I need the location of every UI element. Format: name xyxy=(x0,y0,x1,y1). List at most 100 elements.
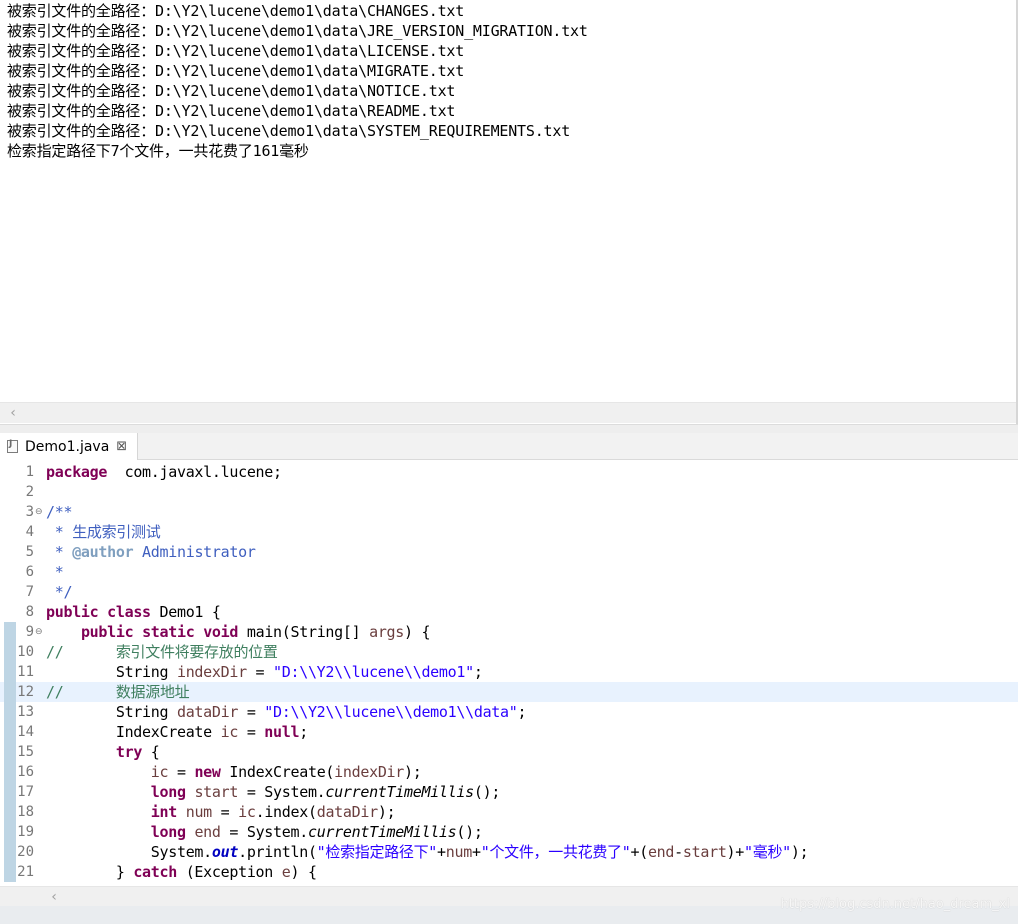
code-line[interactable]: 17 long start = System.currentTimeMillis… xyxy=(0,782,1018,802)
code-token: new xyxy=(194,763,221,781)
code-line[interactable]: 18 int num = ic.index(dataDir); xyxy=(0,802,1018,822)
code-token: start xyxy=(682,843,727,861)
code-token: + xyxy=(437,843,446,861)
code-token: = xyxy=(238,703,265,721)
code-token: = xyxy=(238,723,265,741)
code-token: * xyxy=(46,563,64,581)
code-token: (Exception xyxy=(176,863,282,881)
code-line[interactable]: 20 System.out.println("检索指定路径下"+num+"个文件… xyxy=(0,842,1018,862)
code-token: IndexCreate xyxy=(46,723,221,741)
view-separator[interactable] xyxy=(0,424,1018,433)
console-line: 被索引文件的全路径：D:\Y2\lucene\demo1\data\SYSTEM… xyxy=(7,122,571,140)
code-line[interactable]: 2 xyxy=(0,482,1018,502)
code-line[interactable]: 8 public class Demo1 { xyxy=(0,602,1018,622)
code-line[interactable]: 12 // 数据源地址 xyxy=(0,682,1018,702)
code-token: +( xyxy=(630,843,648,861)
code-token: currentTimeMillis xyxy=(307,823,457,841)
console-line: 检索指定路径下7个文件，一共花费了161毫秒 xyxy=(7,142,309,160)
code-line[interactable]: 10 // 索引文件将要存放的位置 xyxy=(0,642,1018,662)
code-token: indexDir xyxy=(334,763,405,781)
line-number: 20 xyxy=(17,844,34,860)
code-line[interactable]: 21 } catch (Exception e) { xyxy=(0,862,1018,882)
line-number: 9 xyxy=(25,624,34,640)
code-token: end xyxy=(194,823,221,841)
console-line: 被索引文件的全路径：D:\Y2\lucene\demo1\data\MIGRAT… xyxy=(7,62,465,80)
code-token: (); xyxy=(473,783,501,801)
code-line[interactable]: 6 * xyxy=(0,562,1018,582)
code-lines: 1 package com.javaxl.lucene; 2 3 ⊖/** 4 * 生成索… xyxy=(0,462,1018,882)
code-token: = System. xyxy=(238,783,326,801)
fold-collapse-icon[interactable]: ⊖ xyxy=(35,502,45,522)
code-token: long xyxy=(150,823,186,841)
code-token: ; xyxy=(473,663,483,681)
code-text: /** xyxy=(46,502,73,522)
code-text: IndexCreate ic = null; xyxy=(46,722,308,742)
code-token: ic xyxy=(150,763,169,781)
code-line[interactable]: 11 String indexDir = "D:\\Y2\\lucene\\de… xyxy=(0,662,1018,682)
code-token: * 生成索引测试 xyxy=(46,523,161,541)
line-number: 3 xyxy=(25,504,34,520)
code-token: ); xyxy=(404,763,422,781)
line-number: 1 xyxy=(25,464,34,480)
code-line[interactable]: 9 ⊖ public static void main(String[] args… xyxy=(0,622,1018,642)
line-number: 13 xyxy=(17,704,34,720)
line-number: 12 xyxy=(17,684,34,700)
code-token: ) { xyxy=(290,863,317,881)
code-text: } catch (Exception e) { xyxy=(46,862,317,882)
code-line[interactable]: 15 try { xyxy=(0,742,1018,762)
code-token: "检索指定路径下" xyxy=(316,843,438,861)
code-text: long start = System.currentTimeMillis(); xyxy=(46,782,501,802)
line-number: 5 xyxy=(25,544,34,560)
fold-collapse-icon[interactable]: ⊖ xyxy=(35,622,45,642)
code-token: dataDir xyxy=(316,803,378,821)
code-token: "毫秒" xyxy=(744,843,791,861)
code-line[interactable]: 7 */ xyxy=(0,582,1018,602)
code-editor[interactable]: 1 package com.javaxl.lucene; 2 3 ⊖/** 4 * 生成索… xyxy=(0,460,1018,886)
code-token: // 数据源地址 xyxy=(46,683,190,701)
code-line[interactable]: 16 ic = new IndexCreate(indexDir); xyxy=(0,762,1018,782)
line-number: 7 xyxy=(25,584,34,600)
code-token: System. xyxy=(46,843,212,861)
code-token: */ xyxy=(46,583,73,601)
console-line: 被索引文件的全路径：D:\Y2\lucene\demo1\data\CHANGE… xyxy=(7,2,465,20)
line-number: 6 xyxy=(25,564,34,580)
code-line[interactable]: 19 long end = System.currentTimeMillis()… xyxy=(0,822,1018,842)
code-token: ); xyxy=(790,843,809,861)
code-text: * @author Administrator xyxy=(46,542,256,562)
code-line[interactable]: 4 * 生成索引测试 xyxy=(0,522,1018,542)
code-token: = xyxy=(168,763,195,781)
code-text: String indexDir = "D:\\Y2\\lucene\\demo1… xyxy=(46,662,483,682)
code-token: num xyxy=(185,803,213,821)
line-number: 15 xyxy=(17,744,34,760)
code-token: ; xyxy=(517,703,527,721)
tab-demo1-java[interactable]: Demo1.java ⊠ xyxy=(0,433,138,460)
code-token: static xyxy=(142,623,195,641)
console-view: 被索引文件的全路径：D:\Y2\lucene\demo1\data\CHANGE… xyxy=(0,0,1018,424)
code-token: Demo1 { xyxy=(150,603,221,621)
code-line[interactable]: 13 String dataDir = "D:\\Y2\\lucene\\dem… xyxy=(0,702,1018,722)
code-token: package xyxy=(46,463,108,481)
code-token: ) { xyxy=(404,623,431,641)
code-token: "D:\\Y2\\lucene\\demo1\\data" xyxy=(264,703,518,721)
code-token: start xyxy=(194,783,239,801)
chevron-left-icon[interactable]: ‹ xyxy=(47,888,61,906)
code-token: num xyxy=(445,843,473,861)
code-line[interactable]: 5 * @author Administrator xyxy=(0,542,1018,562)
code-line[interactable]: 3 ⊖/** xyxy=(0,502,1018,522)
code-line[interactable]: 14 IndexCreate ic = null; xyxy=(0,722,1018,742)
code-text: // 索引文件将要存放的位置 xyxy=(46,642,278,662)
close-icon[interactable]: ⊠ xyxy=(116,439,127,454)
console-horizontal-scrollbar[interactable]: ‹ xyxy=(0,402,1016,423)
chevron-left-icon[interactable]: ‹ xyxy=(6,404,20,422)
code-token: int xyxy=(150,803,178,821)
code-line[interactable]: 1 package com.javaxl.lucene; xyxy=(0,462,1018,482)
code-token: .index( xyxy=(255,803,317,821)
editor-tab-bar: Demo1.java ⊠ xyxy=(0,433,1018,460)
line-number: 4 xyxy=(25,524,34,540)
console-line: 被索引文件的全路径：D:\Y2\lucene\demo1\data\NOTICE… xyxy=(7,82,456,100)
